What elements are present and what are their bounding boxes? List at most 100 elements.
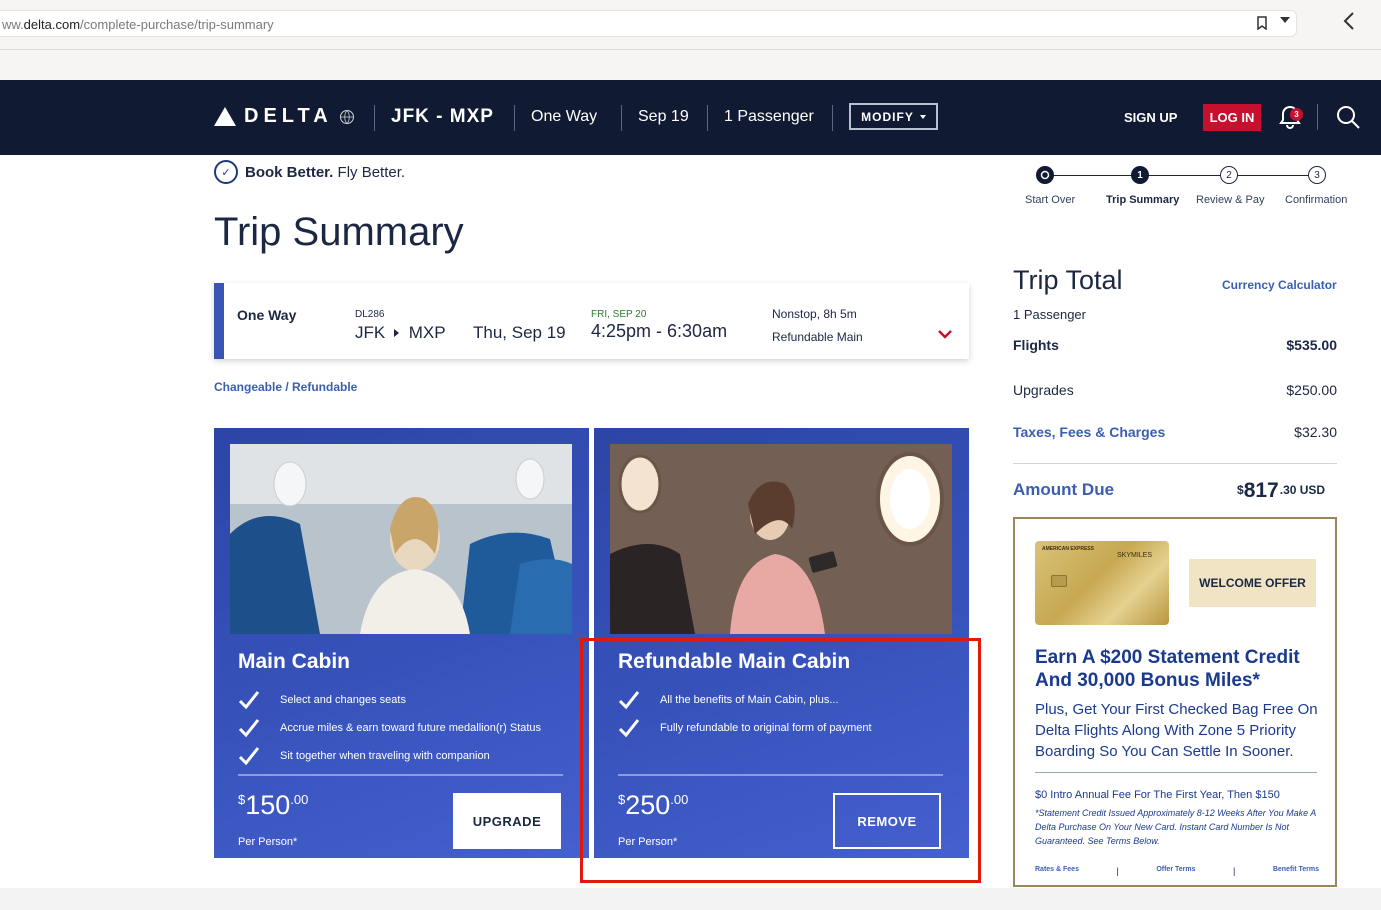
modify-button[interactable]: MODIFY [849, 103, 938, 130]
flight-times: 4:25pm - 6:30am [591, 321, 728, 341]
url-text[interactable]: ww.delta.com/complete-purchase/trip-summ… [2, 17, 274, 32]
back-arrow-icon[interactable] [1343, 12, 1355, 30]
page-title: Trip Summary [214, 210, 464, 254]
total-row-flights: Flights $535.00 [1013, 337, 1337, 353]
flight-stops: Nonstop, 8h 5m [772, 307, 857, 321]
logo-text: DELTA [244, 105, 333, 127]
depart-date: Thu, Sep 19 [473, 323, 566, 342]
offer-divider [1035, 772, 1317, 773]
refundable-main-cabin-card: Refundable Main Cabin All the benefits o… [594, 428, 969, 858]
site-header: DELTA JFK - MXP One Way Sep 19 1 Passeng… [0, 80, 1381, 155]
currency-calculator-link[interactable]: Currency Calculator [1222, 278, 1337, 292]
flight-route: JFK MXP [355, 323, 446, 342]
main-cabin-card: Main Cabin Select and changes seats Accr… [214, 428, 589, 858]
notification-badge: 3 [1290, 108, 1303, 121]
browser-toolbar: ww.delta.com/complete-purchase/trip-summ… [0, 0, 1381, 50]
trip-type: One Way [237, 307, 297, 323]
offer-fine-print: *Statement Credit Issued Approximately 8… [1035, 808, 1316, 846]
expand-chevron-icon[interactable] [938, 329, 952, 339]
header-divider [514, 105, 515, 131]
per-person-label: Per Person* [618, 836, 678, 848]
remove-button[interactable]: REMOVE [833, 793, 941, 849]
arrival-date: FRI, SEP 20 [591, 309, 647, 320]
date-label: Sep 19 [638, 108, 689, 125]
trip-type-label: One Way [531, 108, 598, 125]
sign-up-link[interactable]: SIGN UP [1124, 110, 1177, 125]
log-in-button[interactable]: LOG IN [1203, 104, 1261, 131]
delta-widget-icon [214, 107, 236, 126]
passengers-label: 1 Passenger [724, 108, 814, 125]
chevron-down-icon[interactable] [1280, 17, 1290, 23]
upgrade-button[interactable]: UPGRADE [453, 793, 561, 849]
checkmark-icon [238, 691, 260, 710]
step-review-pay: Review & Pay [1196, 194, 1265, 206]
badge-check-icon: ✓ [214, 160, 238, 184]
main-content: ✓ Book Better. Fly Better. Start Over 1 … [0, 155, 1381, 888]
offer-headline: Earn A $200 Statement Credit And 30,000 … [1035, 647, 1300, 691]
footer-strip [0, 888, 1381, 910]
header-divider [374, 105, 375, 131]
annual-fee-text: $0 Intro Annual Fee For The First Year, … [1035, 789, 1280, 801]
offer-terms-link[interactable]: Offer Terms [1156, 866, 1195, 876]
start-over-icon[interactable] [1036, 166, 1054, 184]
checkmark-icon [618, 719, 640, 738]
header-divider [621, 105, 622, 131]
offer-links: Rates & Fees | Offer Terms | Benefit Ter… [1035, 866, 1319, 876]
route-summary: JFK - MXP [391, 106, 494, 127]
feature-item: Fully refundable to original form of pay… [618, 718, 872, 738]
flight-number: DL286 [355, 309, 385, 320]
modify-label: MODIFY [861, 109, 914, 124]
passenger-count: 1 Passenger [1013, 307, 1086, 322]
card-chip-icon [1051, 575, 1067, 587]
step-1-circle: 1 [1131, 166, 1149, 184]
fare-type: Refundable Main [772, 330, 863, 344]
delta-logo[interactable]: DELTA [214, 105, 355, 128]
cabin-title: Main Cabin [238, 650, 351, 673]
step-trip-summary: Trip Summary [1106, 194, 1180, 206]
changeable-refundable-link[interactable]: Changeable / Refundable [214, 380, 357, 394]
step-3-circle: 3 [1308, 166, 1326, 184]
header-divider [1317, 104, 1318, 130]
skyteam-globe-icon [339, 109, 354, 124]
start-over-link[interactable]: Start Over [1025, 194, 1075, 206]
offer-body: Plus, Get Your First Checked Bag Free On… [1035, 701, 1318, 760]
flight-summary-card[interactable]: One Way DL286 JFK MXP Thu, Sep 19 FRI, S… [214, 283, 969, 359]
tagline-bold: Book Better. [245, 163, 334, 181]
feature-item: Accrue miles & earn toward future medall… [238, 718, 541, 738]
checkmark-icon [238, 719, 260, 738]
browser-strip [0, 50, 1381, 80]
total-divider [1013, 463, 1337, 464]
card-brand: AMERICAN EXPRESS [1042, 546, 1094, 552]
tagline-rest: Fly Better. [333, 163, 406, 181]
benefit-terms-link[interactable]: Benefit Terms [1273, 866, 1319, 876]
per-person-label: Per Person* [238, 836, 298, 848]
feature-item: All the benefits of Main Cabin, plus... [618, 690, 839, 710]
checkout-progress: Start Over 1 Trip Summary 2 Review & Pay… [1015, 160, 1360, 210]
welcome-offer-badge: WELCOME OFFER [1189, 559, 1316, 607]
arrow-right-icon [393, 329, 399, 337]
rates-fees-link[interactable]: Rates & Fees [1035, 866, 1079, 876]
cabin-title: Refundable Main Cabin [618, 650, 851, 673]
credit-card-offer[interactable]: AMERICAN EXPRESS SKYMILES WELCOME OFFER … [1013, 517, 1337, 887]
step-confirmation: Confirmation [1285, 194, 1348, 206]
cabin-photo-passenger [230, 444, 572, 634]
total-row-upgrades: Upgrades $250.00 [1013, 382, 1337, 398]
trip-total-title: Trip Total [1013, 265, 1123, 295]
cabin-photo-passenger-window [610, 444, 952, 634]
address-bar[interactable]: ww.delta.com/complete-purchase/trip-summ… [0, 10, 1297, 37]
caret-down-icon [919, 114, 926, 119]
header-divider [832, 105, 833, 131]
amount-due-value: $ 817 .30 USD [1237, 479, 1326, 502]
link-separator: | [1116, 866, 1119, 876]
step-2-circle: 2 [1220, 166, 1238, 184]
search-icon[interactable] [1335, 104, 1361, 130]
book-better-tagline: ✓ Book Better. Fly Better. [214, 160, 405, 184]
taxes-fees-link[interactable]: Taxes, Fees & Charges [1013, 424, 1165, 440]
bookmark-icon[interactable] [1257, 16, 1267, 30]
cabin-divider [618, 774, 943, 776]
checkmark-icon [618, 691, 640, 710]
checkmark-icon [238, 747, 260, 766]
feature-item: Select and changes seats [238, 690, 406, 710]
cabin-price: $ 150 .00 [238, 790, 309, 820]
total-row-taxes: Taxes, Fees & Charges $32.30 [1013, 424, 1337, 440]
